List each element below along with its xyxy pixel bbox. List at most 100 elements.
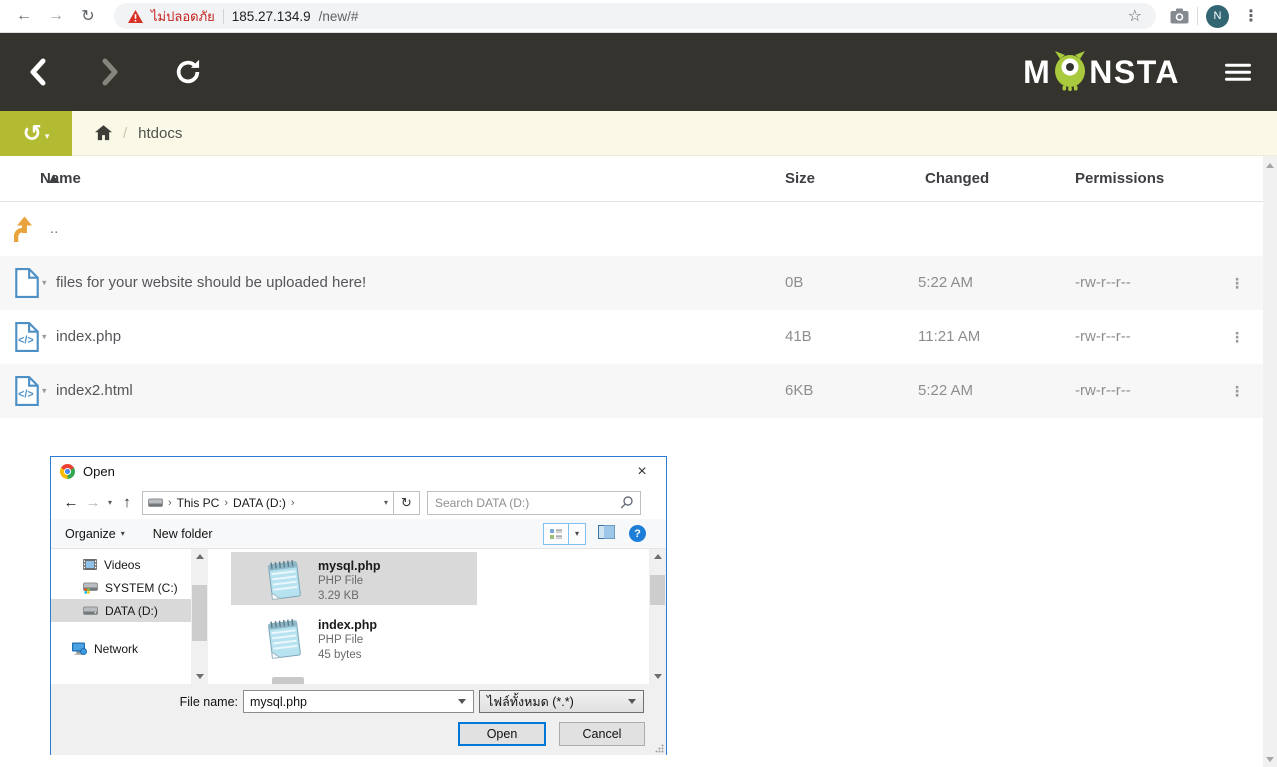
scroll-down-icon[interactable]	[654, 674, 662, 679]
monster-icon	[1052, 49, 1088, 91]
file-permissions: -rw-r--r--	[1075, 364, 1131, 418]
address-bar[interactable]: › This PC › DATA (D:) › ▾	[142, 491, 394, 515]
nav-back-button[interactable]: ←	[60, 494, 82, 511]
breadcrumb-folder[interactable]: htdocs	[138, 125, 182, 142]
new-folder-button[interactable]: New folder	[153, 527, 213, 541]
file-item-type: PHP File	[318, 633, 377, 648]
home-crumb[interactable]	[95, 125, 112, 141]
browser-reload-icon[interactable]: ↻	[76, 6, 100, 26]
bookmark-star-icon[interactable]: ☆	[1128, 6, 1142, 26]
sidebar-item-videos[interactable]: Videos	[51, 553, 191, 576]
views-caret-button[interactable]: ▾	[569, 523, 586, 545]
scroll-up-icon[interactable]	[654, 554, 662, 559]
sidebar-scrollbar[interactable]	[191, 549, 208, 684]
profile-avatar[interactable]: N	[1206, 5, 1229, 28]
scroll-down-icon[interactable]	[1266, 757, 1274, 762]
nav-up-button[interactable]: ↑	[116, 494, 138, 511]
toolbar-divider	[1197, 7, 1198, 25]
svg-text:</>: </>	[18, 334, 33, 346]
menu-hamburger-button[interactable]	[1225, 60, 1251, 85]
column-changed[interactable]: Changed	[925, 156, 989, 202]
sidebar-item-label: Videos	[104, 558, 140, 572]
scroll-up-icon[interactable]	[1266, 163, 1274, 168]
videos-icon	[83, 558, 97, 571]
browser-menu-icon[interactable]: ⋮	[1237, 6, 1265, 26]
app-back-button[interactable]	[28, 57, 48, 87]
address-caret-icon[interactable]: ▾	[384, 498, 388, 507]
file-table-header: Name▲ Size Changed Permissions	[0, 156, 1277, 202]
app-forward-button[interactable]	[100, 57, 120, 87]
code-file-icon: </>	[14, 322, 40, 352]
preview-pane-button[interactable]	[598, 525, 615, 542]
combo-caret-icon[interactable]	[458, 699, 466, 704]
file-name-input[interactable]	[250, 695, 453, 709]
file-list-scrollbar[interactable]	[649, 549, 666, 684]
row-caret-icon[interactable]: ▾	[42, 386, 47, 397]
sidebar-item-network[interactable]: Network	[51, 637, 191, 660]
scroll-up-icon[interactable]	[196, 554, 204, 559]
history-icon: ↺	[23, 122, 42, 145]
help-button[interactable]: ?	[629, 525, 646, 542]
address-refresh-button[interactable]: ↻	[394, 491, 420, 515]
parent-dir-row[interactable]: ..	[0, 202, 1277, 256]
row-caret-icon[interactable]: ▾	[42, 332, 47, 343]
file-size: 41B	[785, 310, 812, 364]
scrollbar-thumb[interactable]	[192, 585, 207, 641]
scrollbar-thumb[interactable]	[650, 575, 665, 605]
file-item-mysql[interactable]: mysql.php PHP File 3.29 KB	[231, 552, 477, 605]
dialog-footer: File name: ไฟล์ทั้งหมด (*.*) Open Cancel	[51, 684, 666, 755]
breadcrumb-separator: /	[123, 125, 127, 142]
preview-pane-icon	[598, 525, 615, 539]
row-menu-button[interactable]: ⋮	[1224, 310, 1250, 364]
dialog-body: Videos SYSTEM (C:) DATA (D:)	[51, 549, 666, 684]
file-type-combobox[interactable]: ไฟล์ทั้งหมด (*.*)	[479, 690, 644, 713]
file-name-combobox[interactable]	[243, 690, 474, 713]
crumb-this-pc[interactable]: This PC	[177, 496, 220, 510]
file-item-index[interactable]: index.php PHP File 45 bytes	[231, 611, 477, 664]
resize-grip[interactable]	[655, 744, 664, 753]
column-size[interactable]: Size	[785, 156, 815, 202]
open-dialog: Open × ← → ▾ ↑ › This PC › DATA (D:) › ▾…	[50, 456, 667, 755]
security-warning-icon	[128, 10, 143, 23]
sidebar-item-data-d[interactable]: DATA (D:)	[51, 599, 191, 622]
table-row[interactable]: ▾ files for your website should be uploa…	[0, 256, 1277, 310]
camera-extension-icon[interactable]	[1170, 8, 1189, 24]
row-caret-icon[interactable]: ▾	[42, 278, 47, 289]
organize-button[interactable]: Organize ▾	[65, 527, 125, 541]
cancel-button[interactable]: Cancel	[559, 722, 645, 746]
url-host: 185.27.134.9	[232, 9, 311, 24]
crumb-data-drive[interactable]: DATA (D:)	[233, 496, 286, 510]
dialog-close-button[interactable]: ×	[627, 463, 657, 481]
breadcrumb-bar: ↺ ▾ / htdocs	[0, 111, 1277, 156]
sidebar-item-label: SYSTEM (C:)	[105, 581, 178, 595]
row-menu-button[interactable]: ⋮	[1224, 256, 1250, 310]
sort-asc-icon: ▲	[46, 156, 61, 202]
nav-history-caret-icon[interactable]: ▾	[104, 498, 116, 507]
notepad-file-icon	[261, 615, 307, 661]
url-path: /new/#	[319, 9, 359, 24]
table-row[interactable]: </> ▾ index2.html 6KB 5:22 AM -rw-r--r--…	[0, 364, 1277, 418]
url-bar[interactable]: ไม่ปลอดภัย 185.27.134.9 /new/# ☆	[114, 3, 1156, 29]
search-box[interactable]	[427, 491, 641, 515]
scroll-down-icon[interactable]	[196, 674, 204, 679]
page-scrollbar[interactable]	[1263, 156, 1277, 767]
sidebar-item-system-c[interactable]: SYSTEM (C:)	[51, 576, 191, 599]
file-changed: 5:22 AM	[918, 256, 973, 310]
browser-forward-icon[interactable]: →	[44, 7, 68, 25]
row-menu-button[interactable]: ⋮	[1224, 364, 1250, 418]
views-button[interactable]	[543, 523, 569, 545]
history-dropdown-button[interactable]: ↺ ▾	[0, 111, 72, 156]
nav-forward-button[interactable]: →	[82, 494, 104, 511]
security-warning-text: ไม่ปลอดภัย	[151, 6, 215, 27]
dialog-titlebar[interactable]: Open ×	[51, 457, 666, 486]
data-drive-icon	[83, 606, 98, 616]
browser-back-icon[interactable]: ←	[12, 7, 36, 25]
file-name: index2.html	[56, 364, 133, 418]
table-row[interactable]: </> ▾ index.php 41B 11:21 AM -rw-r--r-- …	[0, 310, 1277, 364]
search-input[interactable]	[435, 496, 620, 510]
app-refresh-button[interactable]	[174, 57, 202, 87]
combo-caret-icon	[628, 699, 636, 704]
parent-dir-label: ..	[50, 202, 58, 256]
open-button[interactable]: Open	[458, 722, 546, 746]
column-permissions[interactable]: Permissions	[1075, 156, 1164, 202]
